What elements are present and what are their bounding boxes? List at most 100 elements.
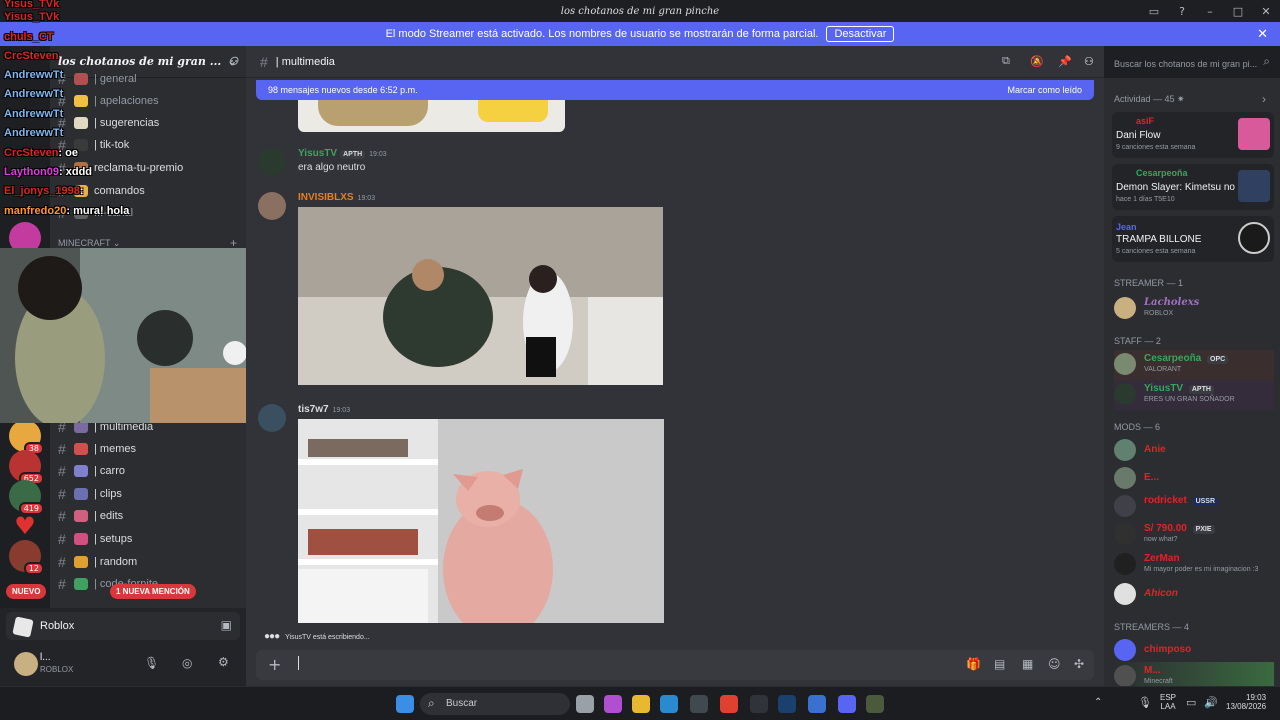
- member-item[interactable]: Ahicon: [1114, 580, 1274, 610]
- task-view-icon[interactable]: [576, 695, 594, 713]
- channel-setups[interactable]: # | setups: [58, 528, 238, 550]
- minimize-button[interactable]: –: [1196, 5, 1224, 18]
- server-icon[interactable]: 652: [9, 450, 44, 485]
- app-icon[interactable]: [866, 695, 884, 713]
- notifications-icon[interactable]: 🔕: [1030, 55, 1044, 68]
- member-list-icon[interactable]: ⚇: [1084, 55, 1094, 68]
- app-icon[interactable]: [808, 695, 826, 713]
- heart-server-icon[interactable]: ♥: [9, 510, 41, 542]
- member-item[interactable]: Lacholexs ROBLOX: [1114, 294, 1274, 324]
- message-author[interactable]: INVISIBLXS 19:03: [298, 192, 375, 203]
- new-pill[interactable]: NUEVO: [6, 584, 47, 599]
- mark-read-button[interactable]: Marcar como leído: [1007, 85, 1082, 95]
- activity-card[interactable]: Cesarpeoña Demon Slayer: Kimetsu no ... …: [1112, 164, 1274, 210]
- store-icon[interactable]: [690, 695, 708, 713]
- member-item[interactable]: Anie: [1114, 436, 1274, 466]
- message-composer[interactable]: + 🎁 ▤ ▦ ☺ ✣: [256, 650, 1094, 680]
- language-indicator[interactable]: ESP LAA: [1160, 693, 1176, 711]
- image-attachment[interactable]: [298, 100, 565, 132]
- steam-icon[interactable]: [778, 695, 796, 713]
- member-item[interactable]: Cesarpeoña OPC VALORANT: [1114, 350, 1274, 380]
- avatar[interactable]: [14, 652, 38, 676]
- edge-icon[interactable]: [660, 695, 678, 713]
- member-item[interactable]: E...: [1114, 464, 1274, 494]
- new-mention-pill[interactable]: 1 NUEVA MENCIÓN: [110, 584, 196, 599]
- maximize-button[interactable]: □: [1224, 5, 1252, 18]
- sticker-icon[interactable]: ▦: [1022, 657, 1033, 671]
- channel-apelaciones[interactable]: # | apelaciones: [58, 90, 238, 112]
- microphone-icon[interactable]: 🎙: [1138, 696, 1152, 709]
- network-icon[interactable]: ▭: [1186, 696, 1196, 709]
- inbox-icon[interactable]: ▭: [1140, 5, 1168, 18]
- channel-memes[interactable]: # | memes: [58, 438, 238, 460]
- new-messages-bar[interactable]: 98 mensajes nuevos desde 6:52 p.m. Marca…: [256, 80, 1094, 100]
- volume-icon[interactable]: 🔊: [1204, 696, 1218, 709]
- message-author[interactable]: tis7w7 19:03: [298, 404, 350, 415]
- headset-icon[interactable]: ◎: [182, 656, 192, 670]
- channel-edits[interactable]: # | edits: [58, 505, 238, 527]
- gift-icon[interactable]: 🎁: [966, 657, 981, 671]
- member-name: E...: [1144, 472, 1160, 483]
- chrome-icon[interactable]: [720, 695, 738, 713]
- start-icon[interactable]: [396, 695, 414, 713]
- avatar[interactable]: [258, 148, 286, 176]
- search-box[interactable]: Buscar los chotanos de mi gran pi... ⌕: [1104, 46, 1280, 78]
- channel-carro[interactable]: # | carro: [58, 460, 238, 482]
- emoji-icon[interactable]: ☺: [1048, 657, 1061, 671]
- member-name: Cesarpeoña: [1144, 353, 1202, 364]
- gear-icon[interactable]: ⚙: [218, 655, 229, 669]
- member-item[interactable]: ZerMan Mi mayor poder es mi imaginacion :…: [1114, 550, 1274, 580]
- taskbar-search[interactable]: ⌕ Buscar: [420, 693, 570, 715]
- microphone-icon[interactable]: 🎙: [144, 656, 159, 670]
- search-input[interactable]: Buscar los chotanos de mi gran pi...: [1114, 59, 1257, 69]
- add-member-icon[interactable]: ⚇: [228, 55, 238, 68]
- server-icon[interactable]: 38: [9, 420, 44, 455]
- avatar: [1114, 467, 1136, 489]
- video-attachment[interactable]: [298, 419, 664, 623]
- member-item[interactable]: S/ 790.00 PXIE now what?: [1114, 520, 1274, 550]
- activity-card[interactable]: Roblox ▣: [6, 612, 240, 640]
- channel-emoji-icon: [74, 578, 88, 590]
- role-tag: OPC: [1207, 355, 1229, 364]
- obs-icon[interactable]: [750, 695, 768, 713]
- channel-sugerencias[interactable]: # | sugerencias: [58, 112, 238, 134]
- avatar[interactable]: [258, 192, 286, 220]
- activity-card[interactable]: asiF Dani Flow 9 canciones esta semana: [1112, 112, 1274, 158]
- file-explorer-icon[interactable]: [632, 695, 650, 713]
- deactivate-button[interactable]: Desactivar: [826, 26, 895, 42]
- activity-user: asiF: [1136, 116, 1155, 126]
- server-icon[interactable]: 12: [9, 540, 44, 575]
- channel-clips[interactable]: # | clips: [58, 483, 238, 505]
- clock[interactable]: 19:03 13/08/2026: [1226, 693, 1266, 711]
- role-tag: USSR: [1192, 497, 1219, 506]
- gif-icon[interactable]: ▤: [994, 657, 1005, 671]
- section-mods: MODS — 6: [1114, 422, 1161, 432]
- add-attachment-icon[interactable]: +: [268, 655, 281, 674]
- member-item[interactable]: YisusTV APTH ERES UN GRAN SOÑADOR: [1114, 380, 1274, 410]
- avatar[interactable]: [258, 404, 286, 432]
- video-attachment[interactable]: [298, 207, 663, 385]
- server-name: los chotanos de mi gran ...: [58, 55, 222, 68]
- close-button[interactable]: ✕: [1252, 5, 1280, 18]
- server-icon[interactable]: 419: [9, 480, 44, 515]
- member-item[interactable]: rodricket USSR: [1114, 492, 1274, 522]
- channel-random[interactable]: # | random: [58, 551, 238, 573]
- pin-icon[interactable]: 📌: [1058, 55, 1072, 68]
- chevron-right-icon[interactable]: ›: [1262, 92, 1266, 106]
- close-banner-icon[interactable]: ✕: [1257, 26, 1268, 42]
- member-name-wrap: S/ 790.00 PXIE: [1144, 523, 1215, 534]
- discord-icon[interactable]: [838, 695, 856, 713]
- channel-tik-tok[interactable]: # | tik-tok: [58, 134, 238, 156]
- copilot-icon[interactable]: [604, 695, 622, 713]
- window-title: los chotanos de mi gran pinche: [560, 5, 720, 17]
- member-name: S/ 790.00: [1144, 523, 1187, 534]
- channel-general[interactable]: # | general: [58, 68, 238, 90]
- apps-icon[interactable]: ✣: [1074, 657, 1084, 671]
- help-icon[interactable]: ?: [1168, 5, 1196, 18]
- screen-share-icon[interactable]: ▣: [221, 618, 232, 632]
- chevron-up-icon[interactable]: ⌃: [1094, 697, 1102, 708]
- channel-comandos[interactable]: # comandos: [58, 180, 238, 202]
- message-author[interactable]: YisusTV APTH 19:03: [298, 148, 387, 159]
- threads-icon[interactable]: ⧉: [1002, 55, 1010, 68]
- activity-card[interactable]: Jean TRAMPA BILLONE 5 canciones esta sem…: [1112, 216, 1274, 262]
